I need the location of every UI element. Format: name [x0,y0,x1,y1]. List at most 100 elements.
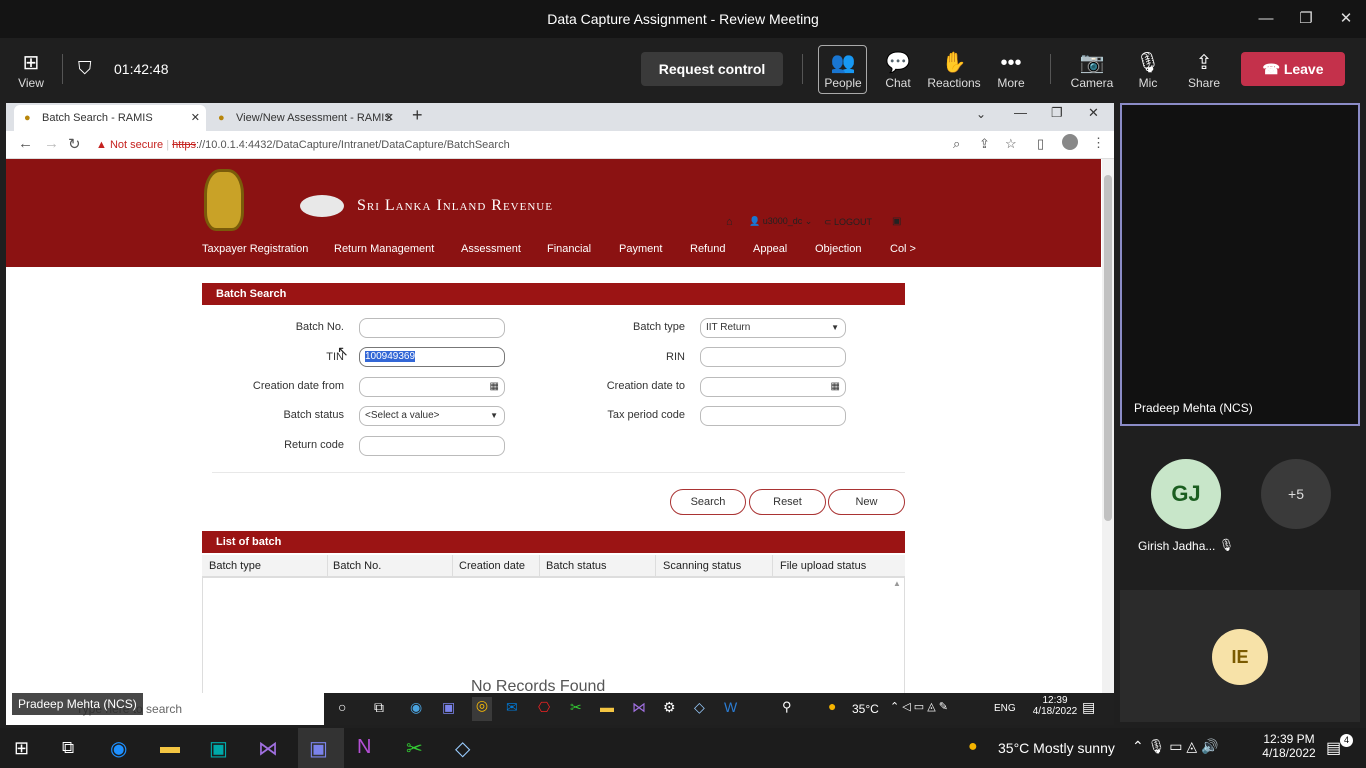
acrobat-icon[interactable]: ⎔ [538,699,550,716]
file-explorer-icon[interactable]: ▬ [600,699,614,715]
notification-icon[interactable]: ▤ [1082,699,1095,716]
taskbar-clock[interactable]: 12:39 PM 4/18/2022 [1256,732,1322,760]
minimize-icon[interactable]: — [1014,105,1027,120]
creation-from-input[interactable]: ▦ [359,377,505,397]
new-tab-icon[interactable]: + [412,105,423,126]
outlook-icon[interactable]: ✉ [506,699,518,716]
star-icon[interactable]: ☆ [1005,136,1017,152]
tab-batch-search[interactable]: ● Batch Search - RAMIS ✕ [14,105,206,131]
tray-icons[interactable]: ⌃ ◁ ▭ ◬ ✎ [890,700,948,713]
request-control-button[interactable]: Request control [641,52,783,86]
col-scanning-status[interactable]: Scanning status [655,555,741,577]
creation-to-input[interactable]: ▦ [700,377,846,397]
snipping-icon[interactable]: ✂ [570,699,582,716]
calendar-icon[interactable]: ▦ [490,378,499,396]
reactions-button[interactable]: ✋ Reactions [926,46,982,90]
reset-button[interactable]: Reset [749,489,826,515]
sidebar-icon[interactable]: ▯ [1037,136,1044,152]
more-participants-button[interactable]: +5 [1261,459,1331,529]
nav-financial[interactable]: Financial [547,243,591,255]
presenter-video-tile[interactable]: Pradeep Mehta (NCS) [1120,103,1360,426]
user-menu[interactable]: 👤 u3000_dc ⌄ [749,216,812,227]
calendar-icon[interactable]: ▦ [831,378,840,396]
restore-icon[interactable]: ❐ [1051,105,1063,121]
nav-refund[interactable]: Refund [690,243,725,255]
app-icon[interactable]: ◇ [694,699,705,716]
zoom-icon[interactable]: ⌕ [953,136,960,152]
chrome-icon[interactable]: ◎ [472,697,492,721]
close-tab-icon[interactable]: ✕ [191,105,200,131]
people-tray-icon[interactable]: ⚲ [782,699,792,715]
chat-button[interactable]: 💬 Chat [870,46,926,90]
edge-icon[interactable]: ◉ [110,736,127,761]
home-icon[interactable]: ⌂ [726,216,733,228]
reload-icon[interactable]: ↻ [68,135,81,153]
info-icon[interactable]: ▣ [892,216,901,227]
nav-taxpayer-registration[interactable]: Taxpayer Registration [202,243,308,255]
nav-objection[interactable]: Objection [815,243,861,255]
back-icon[interactable]: ← [18,135,33,152]
nav-return-management[interactable]: Return Management [334,243,434,255]
edge-icon[interactable]: ◉ [410,699,422,716]
share-page-icon[interactable]: ⇪ [979,136,990,152]
return-code-input[interactable] [359,436,505,456]
close-tab-icon[interactable]: ✕ [385,105,394,131]
batch-status-select[interactable]: <Select a value> ▼ [359,406,505,426]
system-tray-icons[interactable]: ⌃ 🎙 ▭ ◬ 🔊 [1132,738,1219,755]
people-button[interactable]: 👥 People [815,46,871,90]
nav-appeal[interactable]: Appeal [753,243,787,255]
task-view-icon[interactable]: ⧉ [374,699,384,716]
shared-lang[interactable]: ENG [994,703,1016,714]
view-button[interactable]: ⊞ View [3,46,59,90]
url-field[interactable]: ▲ Not secure | https://10.0.1.4:4432/Dat… [96,134,1016,156]
weather-text[interactable]: 35°C Mostly sunny [998,740,1115,756]
scroll-up-icon[interactable]: ▲ [893,579,901,588]
action-center-icon[interactable]: ▤ [1326,738,1341,758]
col-batch-type[interactable]: Batch type [209,555,261,577]
tab-search-icon[interactable]: ⌄ [976,107,986,121]
file-explorer-icon[interactable]: ▬ [160,736,180,759]
profile-icon[interactable] [1062,134,1078,150]
camera-button[interactable]: 📷 Camera [1064,46,1120,90]
settings-icon[interactable]: ⚙ [663,699,676,716]
teams-taskbar-button[interactable]: ▣ [298,728,344,768]
store-icon[interactable]: ▣ [209,736,228,761]
nav-assessment[interactable]: Assessment [461,243,521,255]
batch-no-input[interactable] [359,318,505,338]
page-scrollbar[interactable] [1102,159,1114,693]
snipping-icon[interactable]: ✂ [406,736,423,761]
forward-icon[interactable]: → [44,135,59,152]
tax-period-input[interactable] [700,406,846,426]
visual-studio-icon[interactable]: ⋈ [258,736,278,761]
onenote-icon[interactable]: N [357,736,371,759]
visual-studio-icon[interactable]: ⋈ [632,699,646,716]
scroll-thumb[interactable] [1104,175,1112,521]
col-file-upload-status[interactable]: File upload status [772,555,866,577]
tab-assessment[interactable]: ● View/New Assessment - RAMIS ✕ [208,105,400,131]
close-icon[interactable]: ✕ [1088,105,1099,121]
nav-more[interactable]: Col > [890,243,916,255]
more-button[interactable]: ••• More [983,46,1039,90]
teams-icon[interactable]: ▣ [442,699,455,716]
col-batch-status[interactable]: Batch status [539,555,607,577]
batch-type-select[interactable]: IIT Return ▼ [700,318,846,338]
task-view-icon[interactable]: ⧉ [62,738,74,758]
rin-input[interactable] [700,347,846,367]
app-icon[interactable]: ◇ [455,736,470,761]
cortana-icon[interactable]: ○ [338,699,346,715]
leave-button[interactable]: ☎ Leave [1241,52,1345,86]
new-button[interactable]: New [828,489,905,515]
tin-input[interactable]: 100949369 [359,347,505,367]
share-button[interactable]: ⇪ Share [1176,46,1232,90]
close-icon[interactable]: ✕ [1323,0,1366,38]
col-creation-date[interactable]: Creation date [452,555,525,577]
shared-clock[interactable]: 12:39 4/18/2022 [1030,695,1080,717]
search-button[interactable]: Search [670,489,746,515]
menu-icon[interactable]: ⋮ [1092,135,1105,151]
windows-start-icon[interactable]: ⊞ [14,738,29,759]
logout-link[interactable]: ⊂ LOGOUT [824,217,872,228]
avatar-gj[interactable]: GJ [1151,459,1221,529]
nav-payment[interactable]: Payment [619,243,662,255]
mic-button[interactable]: 🎙 Mic [1120,46,1176,90]
word-icon[interactable]: W [724,699,737,715]
